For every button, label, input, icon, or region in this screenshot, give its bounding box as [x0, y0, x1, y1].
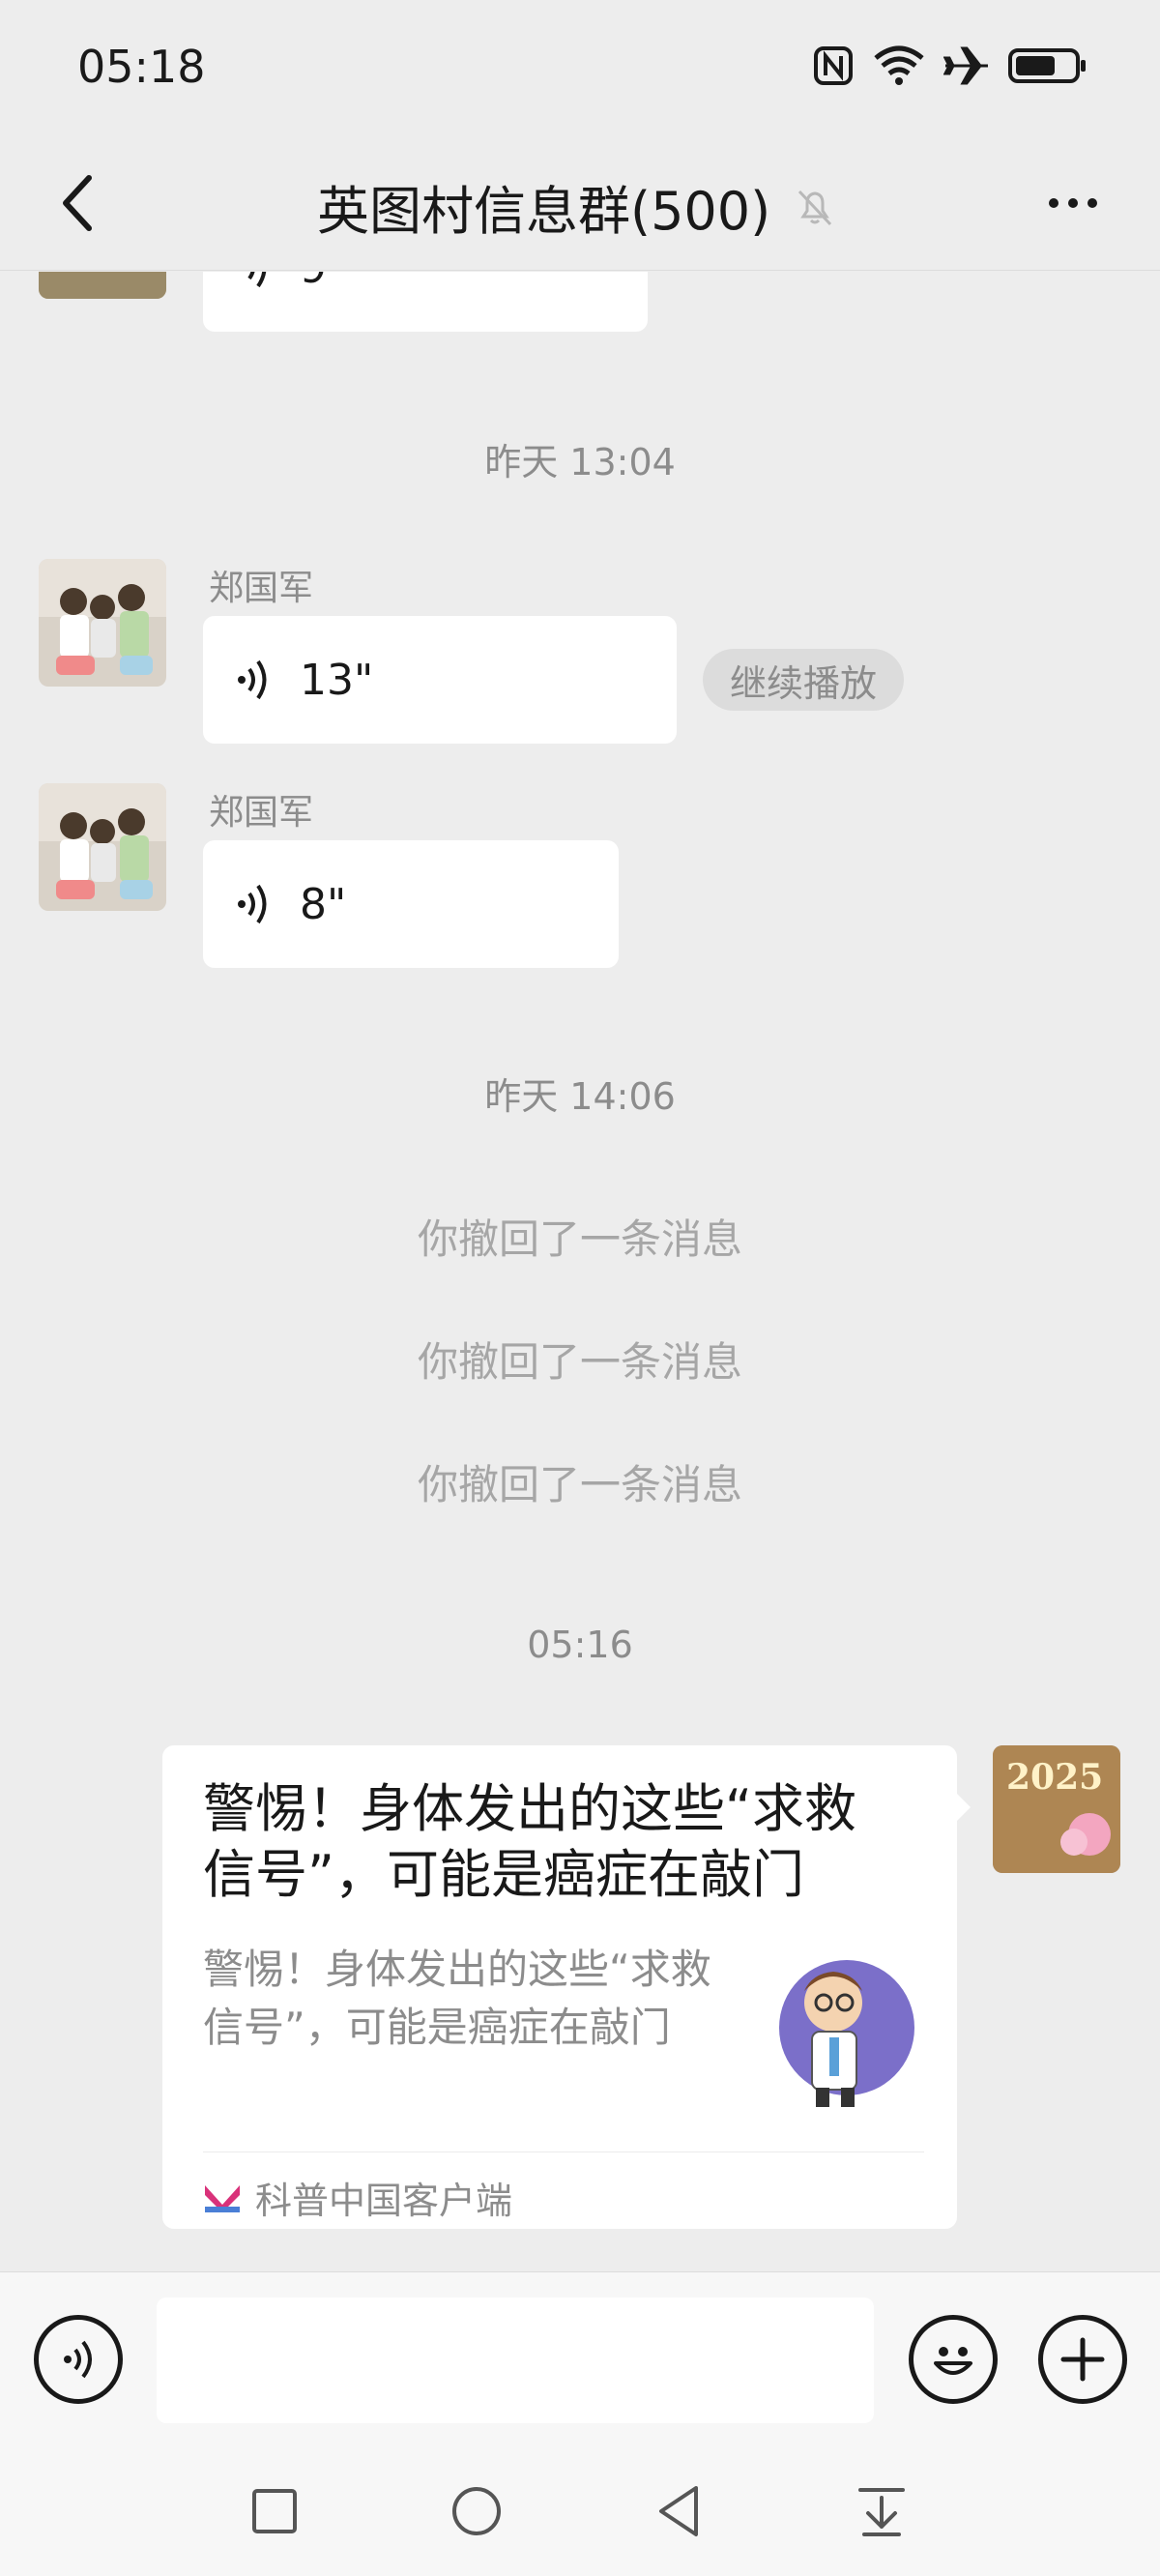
- system-back-button[interactable]: [650, 2482, 708, 2540]
- chat-title: 英图村信息群(500): [317, 181, 771, 242]
- voice-icon: [64, 2340, 92, 2379]
- article-source: 科普中国客户端: [203, 2171, 512, 2224]
- avatar-caption: 2025: [1006, 1757, 1104, 1798]
- status-time: 05:18: [77, 41, 206, 93]
- voice-duration: 8": [300, 879, 347, 929]
- more-dot: [1088, 198, 1097, 208]
- message-input-bar: [0, 2271, 1160, 2447]
- voice-wave-icon: [238, 884, 267, 924]
- system-navigation-bar: [0, 2447, 1160, 2576]
- time-stamp: 昨天 14:06: [484, 1075, 676, 1118]
- recalled-message-notice: 你撤回了一条消息: [417, 1338, 742, 1386]
- nfc-icon: [814, 46, 853, 85]
- bell-off-icon: [798, 190, 832, 225]
- avatar[interactable]: [39, 272, 166, 299]
- time-stamp: 昨天 13:04: [484, 441, 676, 483]
- voice-message-bubble[interactable]: 13": [203, 616, 677, 744]
- notification-shade-icon: [858, 2488, 905, 2536]
- more-button[interactable]: [1034, 174, 1112, 232]
- voice-wave-icon: [247, 272, 267, 288]
- continue-playing-button[interactable]: 继续播放: [703, 649, 905, 711]
- article-title: 警惕！身体发出的这些“求救信号”，可能是癌症在敲门: [203, 1778, 856, 1905]
- voice-wave-icon: [238, 659, 267, 700]
- emoji-icon: [934, 2347, 972, 2375]
- back-icon: [659, 2486, 698, 2536]
- emoji-button[interactable]: [909, 2315, 998, 2404]
- voice-message-bubble[interactable]: 9": [203, 272, 648, 332]
- recent-apps-button[interactable]: [246, 2482, 304, 2540]
- sender-name: 郑国军: [209, 569, 314, 608]
- chat-header: 英图村信息群(500): [0, 135, 1160, 271]
- more-actions-button[interactable]: [1038, 2315, 1127, 2404]
- shared-article-card[interactable]: 警惕！身体发出的这些“求救信号”，可能是癌症在敲门 警惕！身体发出的这些“求救信…: [162, 1745, 971, 2229]
- more-dot: [1049, 198, 1058, 208]
- status-bar: 05:18: [0, 0, 1160, 135]
- avatar[interactable]: [39, 559, 166, 687]
- article-source-name: 科普中国客户端: [255, 2180, 513, 2222]
- chevron-left-icon: [63, 175, 92, 231]
- kepu-china-logo-icon: [205, 2184, 240, 2212]
- voice-message-bubble[interactable]: 8": [203, 840, 619, 968]
- time-stamp: 05:16: [527, 1624, 633, 1666]
- home-icon: [452, 2487, 501, 2535]
- article-thumbnail: [766, 1945, 920, 2111]
- airplane-icon: [943, 46, 988, 85]
- more-dot: [1068, 198, 1078, 208]
- voice-duration: 9": [300, 272, 346, 293]
- home-button[interactable]: [448, 2482, 506, 2540]
- voice-input-button[interactable]: [34, 2315, 123, 2404]
- chat-screen: 05:18 英图村信息群(500) 昨天 13:04 郑国军 13" 继续播放 …: [0, 0, 1160, 2576]
- sender-name: 郑国军: [209, 793, 314, 833]
- plus-icon: [1060, 2337, 1105, 2382]
- status-icons: [812, 44, 1088, 87]
- back-button[interactable]: [39, 164, 116, 242]
- recalled-message-notice: 你撤回了一条消息: [417, 1461, 742, 1508]
- avatar[interactable]: [39, 783, 166, 911]
- chat-message-list[interactable]: 9" 昨天 13:04 郑国军: [0, 272, 1160, 2271]
- notification-shade-button[interactable]: [853, 2482, 911, 2540]
- message-text-input[interactable]: [157, 2298, 874, 2423]
- bubble-arrow: [957, 1794, 971, 1821]
- title-wrap: 英图村信息群(500): [317, 168, 836, 245]
- recent-apps-icon: [252, 2489, 297, 2533]
- my-avatar[interactable]: 2025: [993, 1745, 1120, 1873]
- recalled-message-notice: 你撤回了一条消息: [417, 1215, 742, 1263]
- battery-icon: [1008, 48, 1086, 83]
- article-description: 警惕！身体发出的这些“求救信号”，可能是癌症在敲门: [203, 1946, 711, 2051]
- voice-duration: 13": [300, 655, 374, 705]
- wifi-icon: [874, 45, 924, 85]
